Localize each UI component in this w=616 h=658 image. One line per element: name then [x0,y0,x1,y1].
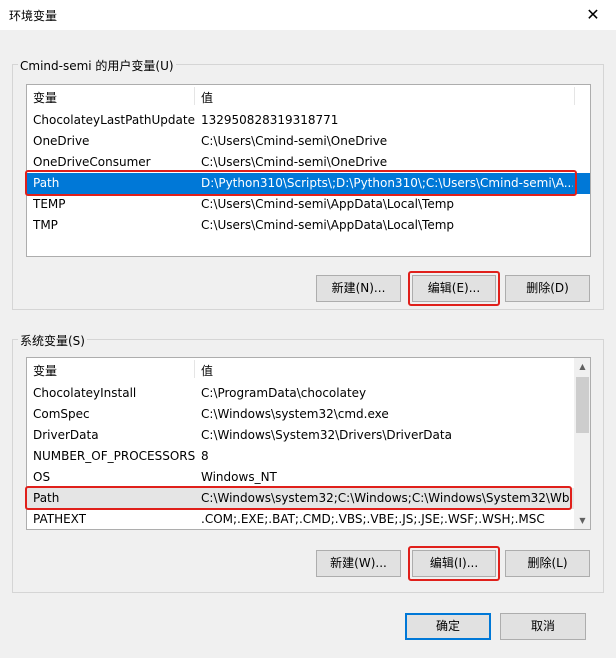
table-row[interactable]: DriverData C:\Windows\System32\Drivers\D… [27,425,590,446]
system-delete-button[interactable]: 删除(L) [505,550,590,577]
table-row[interactable]: OneDriveConsumer C:\Users\Cmind-semi\One… [27,152,590,173]
var-name: ComSpec [33,407,90,421]
scroll-up-icon[interactable]: ▲ [574,358,590,375]
column-header-name[interactable]: 变量 [33,89,57,106]
column-header-name[interactable]: 变量 [33,362,57,379]
ok-button[interactable]: 确定 [405,613,491,640]
var-value: C:\ProgramData\chocolatey [201,386,367,400]
var-value: C:\Windows\System32\Drivers\DriverData [201,428,452,442]
scroll-thumb[interactable] [576,377,589,433]
var-name: ChocolateyLastPathUpdate [33,113,195,127]
table-row[interactable]: OS Windows_NT [27,467,590,488]
title-bar: 环境变量 ✕ [0,0,616,30]
user-edit-button[interactable]: 编辑(E)... [412,275,496,302]
var-value: C:\Users\Cmind-semi\AppData\Local\Temp [201,218,455,232]
var-name: OneDrive [33,134,90,148]
var-value: C:\Windows\system32\cmd.exe [201,407,389,421]
cancel-button[interactable]: 取消 [500,613,586,640]
table-row[interactable]: NUMBER_OF_PROCESSORS 8 [27,446,590,467]
column-divider[interactable] [574,87,575,105]
var-name: DriverData [33,428,99,442]
column-header-value[interactable]: 值 [201,89,213,106]
scroll-down-icon[interactable]: ▼ [574,512,590,529]
var-value: .COM;.EXE;.BAT;.CMD;.VBS;.VBE;.JS;.JSE;.… [201,512,545,526]
var-name: OneDriveConsumer [33,155,151,169]
table-row[interactable]: TEMP C:\Users\Cmind-semi\AppData\Local\T… [27,194,590,215]
system-edit-button[interactable]: 编辑(I)... [412,550,496,577]
var-name: Path [33,176,60,190]
list-header: 变量 值 [27,358,590,380]
close-icon[interactable]: ✕ [570,0,616,30]
system-new-button[interactable]: 新建(W)... [316,550,401,577]
table-row[interactable]: ComSpec C:\Windows\system32\cmd.exe [27,404,590,425]
user-vars-label: Cmind-semi 的用户变量(U) [18,57,176,74]
user-new-button[interactable]: 新建(N)... [316,275,401,302]
var-name: TMP [33,218,58,232]
table-row[interactable]: OneDrive C:\Users\Cmind-semi\OneDrive [27,131,590,152]
var-value: C:\Users\Cmind-semi\AppData\Local\Temp [201,197,455,211]
var-value: C:\Users\Cmind-semi\OneDrive [201,134,388,148]
var-name: TEMP [33,197,66,211]
table-row-highlighted[interactable]: Path C:\Windows\system32;C:\Windows;C:\W… [27,488,590,509]
user-delete-button[interactable]: 删除(D) [505,275,590,302]
column-header-value[interactable]: 值 [201,362,213,379]
var-name: Path [33,491,60,505]
table-row[interactable]: ChocolateyLastPathUpdate 132950828319318… [27,110,590,131]
user-vars-list[interactable]: 变量 值 ChocolateyLastPathUpdate 1329508283… [26,84,591,257]
window-title: 环境变量 [9,9,58,23]
var-value: 132950828319318771 [201,113,339,127]
table-row[interactable]: ChocolateyInstall C:\ProgramData\chocola… [27,383,590,404]
column-divider[interactable] [194,87,195,105]
var-name: ChocolateyInstall [33,386,137,400]
var-name: OS [33,470,51,484]
system-vars-list[interactable]: 变量 值 ChocolateyInstall C:\ProgramData\ch… [26,357,591,530]
column-divider[interactable] [194,360,195,378]
var-value: C:\Windows\system32;C:\Windows;C:\Window… [201,491,573,505]
var-value: Windows_NT [201,470,277,484]
var-value: C:\Users\Cmind-semi\OneDrive [201,155,388,169]
vertical-scrollbar[interactable]: ▲ ▼ [574,358,590,529]
var-value: D:\Python310\Scripts\;D:\Python310\;C:\U… [201,176,573,190]
table-row[interactable]: PATHEXT .COM;.EXE;.BAT;.CMD;.VBS;.VBE;.J… [27,509,590,529]
table-row-selected[interactable]: Path D:\Python310\Scripts\;D:\Python310\… [27,173,590,194]
table-row[interactable]: TMP C:\Users\Cmind-semi\AppData\Local\Te… [27,215,590,236]
system-vars-label: 系统变量(S) [18,332,87,349]
var-name: NUMBER_OF_PROCESSORS [33,449,196,463]
var-value: 8 [201,449,209,463]
var-name: PATHEXT [33,512,87,526]
list-header: 变量 值 [27,85,590,107]
